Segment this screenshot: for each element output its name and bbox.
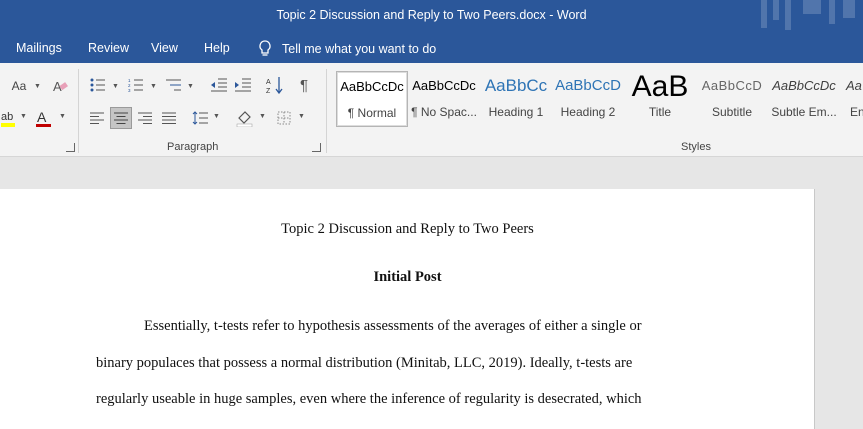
window-title: Topic 2 Discussion and Reply to Two Peer… — [276, 8, 587, 22]
document-line: regularly useable in huge samples, even … — [96, 391, 642, 407]
increase-indent-icon[interactable] — [232, 75, 254, 95]
font-dialog-launcher-icon[interactable] — [66, 143, 75, 152]
title-bar: Topic 2 Discussion and Reply to Two Peer… — [0, 0, 863, 33]
change-case-label: Aa — [11, 79, 27, 93]
styles-group-label: Styles — [681, 141, 711, 153]
align-right-icon[interactable] — [134, 107, 156, 129]
multilevel-caret-icon: ▼ — [187, 83, 194, 90]
style-preview: AaBbCcDc — [340, 79, 404, 94]
style-preview: AaB — [631, 71, 689, 101]
font-color-caret-icon: ▼ — [59, 113, 66, 120]
tell-me-box[interactable]: Tell me what you want to do — [258, 40, 436, 57]
title-bar-decoration — [761, 0, 855, 30]
style-preview: AaBbCcDc — [412, 78, 476, 93]
numbering-caret-icon: ▼ — [150, 83, 157, 90]
multilevel-list-icon[interactable] — [164, 75, 184, 95]
document-page[interactable]: Topic 2 Discussion and Reply to Two Peer… — [0, 189, 815, 429]
justify-icon[interactable] — [158, 107, 180, 129]
change-case-button[interactable]: Aa — [4, 77, 34, 95]
svg-text:A: A — [266, 79, 271, 86]
style-preview: AaBbCc — [484, 76, 548, 95]
style-label: Heading 2 — [560, 105, 616, 119]
style-title[interactable]: AaB Title — [624, 71, 696, 127]
font-color-icon[interactable]: A — [34, 107, 54, 129]
style-emphasis[interactable]: Aa En — [840, 71, 863, 127]
style-preview: Aa — [846, 78, 862, 93]
menu-bar: Mailings Review View Help Tell me what y… — [0, 33, 863, 63]
menu-view[interactable]: View — [151, 41, 178, 55]
style-label: Subtle Em... — [771, 105, 837, 119]
show-formatting-marks-icon[interactable]: ¶ — [294, 75, 314, 95]
style-no-spacing[interactable]: AaBbCcDc ¶ No Spac... — [408, 71, 480, 127]
line-spacing-icon[interactable] — [190, 107, 210, 129]
paragraph-dialog-launcher-icon[interactable] — [312, 143, 321, 152]
bullets-caret-icon: ▼ — [112, 83, 119, 90]
style-subtle-emphasis[interactable]: AaBbCcDc Subtle Em... — [768, 71, 840, 127]
style-heading-1[interactable]: AaBbCc Heading 1 — [480, 71, 552, 127]
decrease-indent-icon[interactable] — [208, 75, 230, 95]
align-center-icon[interactable] — [110, 107, 132, 129]
svg-text:Z: Z — [266, 88, 271, 94]
sort-icon[interactable]: AZ — [264, 75, 286, 95]
document-line: Essentially, t-tests refer to hypothesis… — [144, 318, 642, 334]
document-line: binary populaces that possess a normal d… — [96, 355, 633, 371]
numbering-icon[interactable]: 123 — [126, 75, 146, 95]
style-preview: AaBbCcD — [555, 77, 621, 94]
lightbulb-icon — [259, 40, 271, 56]
ribbon: Aa ▼ A ab ▼ A ▼ ▼ 123 ▼ ▼ AZ ¶ ▼ ▼ ▼ Par… — [0, 63, 863, 157]
align-left-icon[interactable] — [86, 107, 108, 129]
menu-review[interactable]: Review — [88, 41, 129, 55]
line-spacing-caret-icon: ▼ — [213, 113, 220, 120]
svg-text:ab: ab — [1, 111, 13, 123]
highlight-caret-icon: ▼ — [20, 113, 27, 120]
style-label: Title — [648, 105, 672, 119]
style-preview: AaBbCcD — [701, 78, 763, 93]
menu-help[interactable]: Help — [204, 41, 230, 55]
svg-text:3: 3 — [128, 88, 131, 92]
group-separator — [78, 69, 79, 153]
style-label: ¶ Normal — [347, 106, 397, 120]
style-label: Subtitle — [711, 105, 753, 119]
shading-caret-icon: ▼ — [259, 113, 266, 120]
style-label: Heading 1 — [488, 105, 544, 119]
style-label: En — [850, 105, 863, 119]
paragraph-group-label: Paragraph — [167, 141, 219, 153]
borders-icon[interactable] — [274, 107, 294, 129]
group-separator — [326, 69, 327, 153]
style-subtitle[interactable]: AaBbCcD Subtitle — [696, 71, 768, 127]
change-case-caret-icon: ▼ — [34, 83, 41, 90]
shading-icon[interactable] — [234, 107, 256, 129]
document-title: Topic 2 Discussion and Reply to Two Peer… — [281, 221, 534, 237]
menu-mailings[interactable]: Mailings — [16, 41, 62, 55]
style-normal[interactable]: AaBbCcDc ¶ Normal — [336, 71, 408, 127]
svg-text:A: A — [37, 109, 47, 125]
highlight-color-icon[interactable]: ab — [0, 107, 22, 129]
document-heading: Initial Post — [373, 269, 442, 285]
borders-caret-icon: ▼ — [298, 113, 305, 120]
bullets-icon[interactable] — [88, 75, 108, 95]
style-heading-2[interactable]: AaBbCcD Heading 2 — [552, 71, 624, 127]
style-label: ¶ No Spac... — [411, 105, 477, 119]
tell-me-text: Tell me what you want to do — [282, 41, 437, 56]
clear-formatting-icon[interactable]: A — [50, 75, 70, 97]
style-preview: AaBbCcDc — [772, 78, 836, 93]
